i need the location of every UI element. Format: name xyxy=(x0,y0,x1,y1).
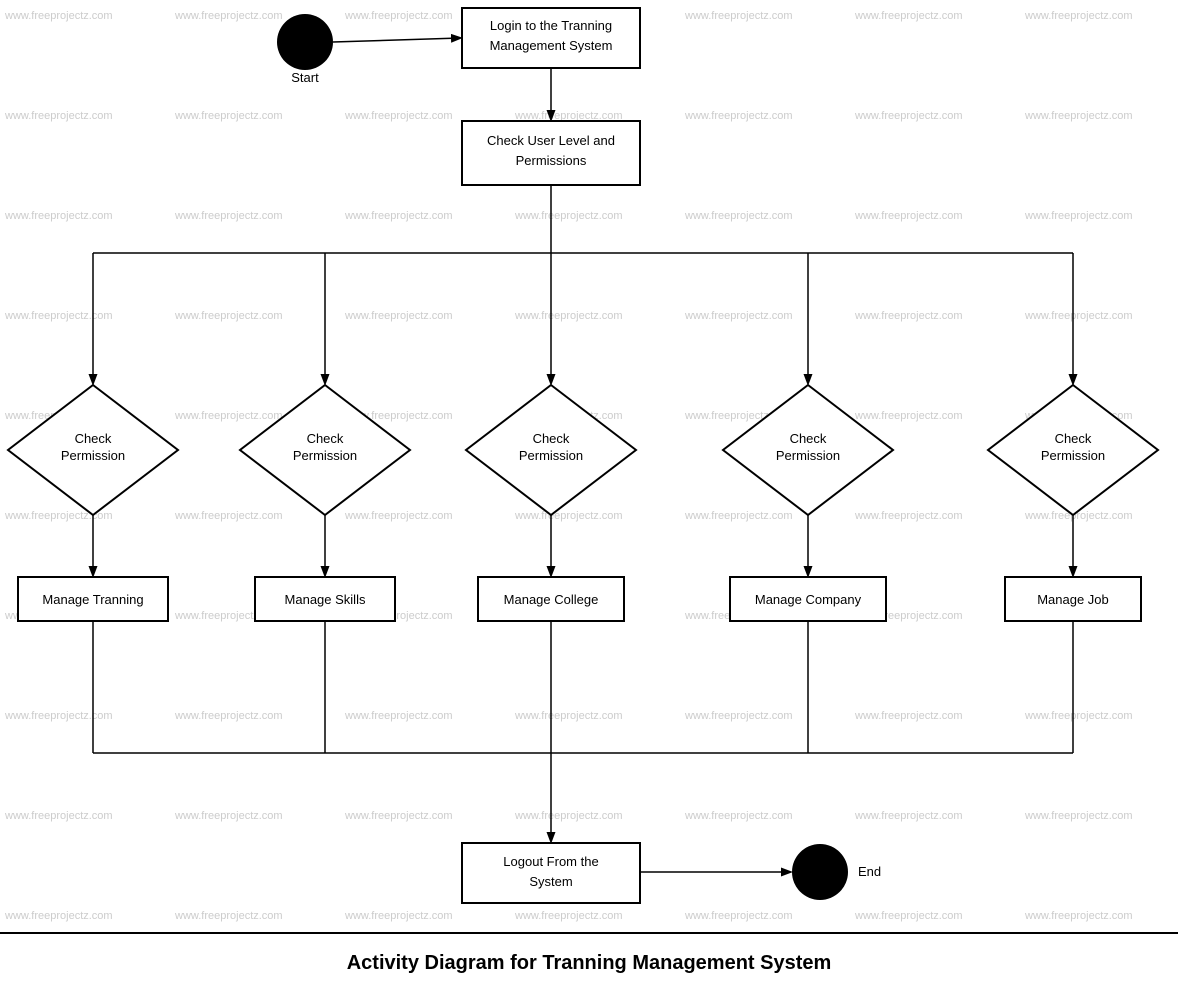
manage-job-label: Manage Job xyxy=(1037,592,1109,607)
check-perm-5-label-1: Check xyxy=(1055,431,1092,446)
logout-label-1: Logout From the xyxy=(503,854,598,869)
manage-skills-label: Manage Skills xyxy=(285,592,366,607)
check-perm-1-label-2: Permission xyxy=(61,448,125,463)
check-user-label-1: Check User Level and xyxy=(487,133,615,148)
login-label-2: Management System xyxy=(490,38,613,53)
check-perm-4-label-1: Check xyxy=(790,431,827,446)
logout-node xyxy=(462,843,640,903)
start-node xyxy=(277,14,333,70)
manage-training-label: Manage Tranning xyxy=(42,592,143,607)
bottom-bar: Activity Diagram for Tranning Management… xyxy=(0,932,1178,992)
arrow-start-login xyxy=(333,38,460,42)
check-perm-4-label-2: Permission xyxy=(776,448,840,463)
logout-label-2: System xyxy=(529,874,572,889)
start-label: Start xyxy=(291,70,319,85)
check-perm-3-label-2: Permission xyxy=(519,448,583,463)
manage-company-label: Manage Company xyxy=(755,592,862,607)
end-node xyxy=(792,844,848,900)
check-user-label-2: Permissions xyxy=(516,153,587,168)
diagram-title: Activity Diagram for Tranning Management… xyxy=(347,952,832,975)
login-label-1: Login to the Tranning xyxy=(490,18,612,33)
check-perm-2-label-2: Permission xyxy=(293,448,357,463)
check-perm-3-label-1: Check xyxy=(533,431,570,446)
check-perm-5-label-2: Permission xyxy=(1041,448,1105,463)
flowchart-svg: Start Login to the Tranning Management S… xyxy=(0,0,1178,992)
check-perm-2-label-1: Check xyxy=(307,431,344,446)
manage-college-label: Manage College xyxy=(504,592,599,607)
check-perm-1-label-1: Check xyxy=(75,431,112,446)
end-label: End xyxy=(858,864,881,879)
diagram-container: // Generate watermarks const wm = docume… xyxy=(0,0,1178,992)
